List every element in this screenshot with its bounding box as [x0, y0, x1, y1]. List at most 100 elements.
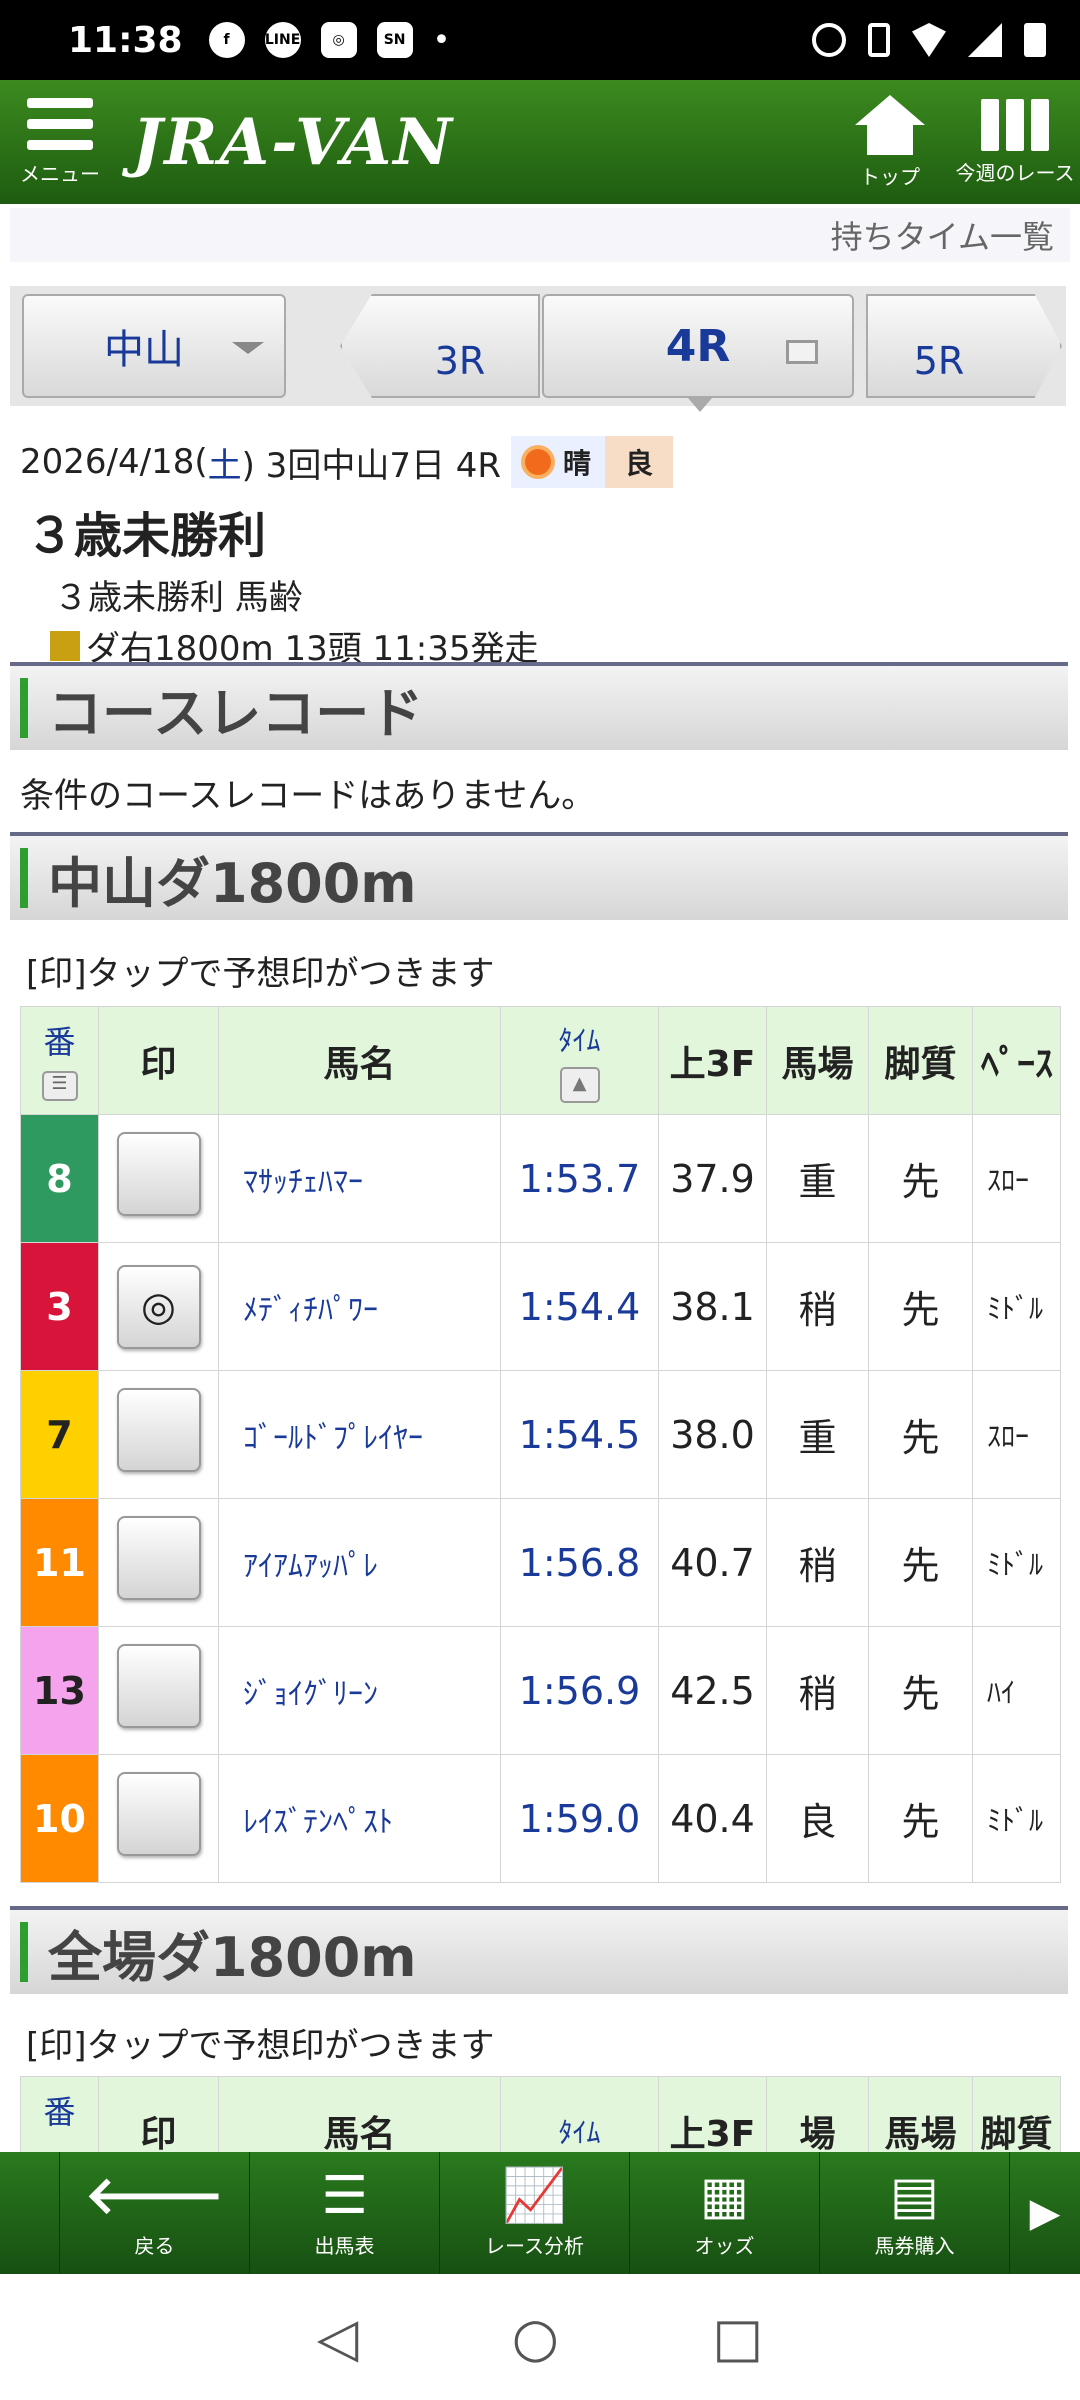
bottom-nav-label: レース分析	[485, 2233, 584, 2258]
race-weekday: 土	[207, 445, 242, 486]
mark-button[interactable]	[116, 1132, 201, 1216]
sort-menu-icon[interactable]: ☰	[41, 1071, 78, 1101]
pointer-icon	[688, 398, 712, 412]
race-date: 2026/4/18(	[20, 442, 208, 482]
bottom-nav-label: 馬券購入	[874, 2233, 955, 2258]
mark-button[interactable]	[116, 1388, 201, 1472]
prev-race-button[interactable]: 3R	[340, 294, 540, 398]
course-record-title: コースレコード	[48, 681, 424, 745]
status-time: 11:38	[68, 19, 183, 61]
bottom-nav-back-arrow[interactable]: 🡐 戻る	[60, 2152, 250, 2274]
bottom-nav-odds[interactable]: ▦ オッズ	[630, 2152, 820, 2274]
odds-icon: ▦	[699, 2165, 750, 2226]
horse-name[interactable]: ｺﾞｰﾙﾄﾞﾌﾟﾚｲﾔｰ	[218, 1370, 501, 1499]
col-mark: 印	[98, 1006, 219, 1115]
more-arrow-icon[interactable]: ▶	[1010, 2190, 1080, 2236]
home-nav-icon[interactable]: ○	[512, 2306, 559, 2369]
mark-button[interactable]	[116, 1772, 201, 1856]
going-value: 良	[766, 1754, 869, 1883]
facebook-icon: f	[208, 22, 245, 58]
dot-icon: •	[432, 22, 451, 58]
section-all-title: 全場ダ1800m	[48, 1925, 417, 1989]
jra-van-logo[interactable]: JRA-VAN	[132, 105, 454, 180]
bottom-nav-list[interactable]: ☰ 出馬表	[250, 2152, 440, 2274]
col-ban[interactable]: 番 ☰	[20, 1006, 99, 1115]
sub-bar: 持ちタイム一覧	[10, 208, 1070, 262]
going-value: 稍	[766, 1498, 869, 1627]
status-bar: 11:38 f LINE ◎ SN •	[0, 0, 1080, 80]
mark-button[interactable]	[116, 1516, 201, 1600]
table-row[interactable]: 13 ｼﾞｮｲｸﾞﾘｰﾝ 1:56.9 42.5 稍先ﾊｲ	[20, 1626, 1061, 1755]
last-3f-value: 38.1	[658, 1242, 767, 1371]
mark-button[interactable]: ◎	[116, 1264, 201, 1349]
section-nakayama-title: 中山ダ1800m	[48, 851, 417, 915]
race-date-line: 2026/4/18(土) 3回中山7日 4R 晴 良	[20, 434, 1060, 490]
table-row[interactable]: 3 ◎ ﾒﾃﾞｨﾁﾊﾟﾜｰ 1:54.4 38.1 稍先ﾐﾄﾞﾙ	[20, 1242, 1061, 1371]
horse-name[interactable]: ﾚｲｽﾞﾃﾝﾍﾟｽﾄ	[218, 1754, 501, 1883]
last-3f-value: 40.4	[658, 1754, 767, 1883]
last-3f-value: 40.7	[658, 1498, 767, 1627]
time-value: 1:54.5	[500, 1370, 659, 1499]
col-time[interactable]: ﾀｲﾑ ▲	[500, 1006, 659, 1115]
current-race-button[interactable]: 4R	[542, 294, 854, 412]
table-row[interactable]: 11 ｱｲｱﾑｱｯﾊﾟﾚ 1:56.8 40.7 稍先ﾐﾄﾞﾙ	[20, 1498, 1061, 1627]
columns-icon	[981, 98, 1049, 151]
top-button[interactable]: トップ	[830, 80, 950, 204]
this-week-label: 今週のレース	[955, 160, 1075, 185]
mark-cell: ◎	[98, 1242, 219, 1371]
table-row[interactable]: 7 ｺﾞｰﾙﾄﾞﾌﾟﾚｲﾔｰ 1:54.5 38.0 重先ｽﾛｰ	[20, 1370, 1061, 1499]
running-style-value: 先	[868, 1754, 973, 1883]
race-info: 2026/4/18(土) 3回中山7日 4R 晴 良 ３歳未勝利 ３歳未勝利 馬…	[20, 434, 1060, 670]
table-row[interactable]: 10 ﾚｲｽﾞﾃﾝﾍﾟｽﾄ 1:59.0 40.4 良先ﾐﾄﾞﾙ	[20, 1754, 1061, 1883]
pace-value: ﾐﾄﾞﾙ	[972, 1242, 1061, 1371]
back-nav-icon[interactable]: ◁	[317, 2306, 359, 2369]
pace-value: ﾊｲ	[972, 1626, 1061, 1755]
running-style-value: 先	[868, 1114, 973, 1243]
pace-value: ﾐﾄﾞﾙ	[972, 1498, 1061, 1627]
chart-icon: 📈	[502, 2165, 567, 2226]
time-list-link[interactable]: 持ちタイム一覧	[831, 212, 1054, 258]
running-style-value: 先	[868, 1370, 973, 1499]
dropdown-caret-icon	[232, 342, 264, 354]
bottom-nav-spacer	[0, 2152, 60, 2274]
mark-cell	[98, 1370, 219, 1499]
section-nakayama-heading: 中山ダ1800m	[10, 832, 1068, 920]
mark-cell	[98, 1754, 219, 1883]
mark-cell	[98, 1498, 219, 1627]
venue-select[interactable]: 中山	[22, 294, 286, 398]
line-icon: LINE	[264, 22, 301, 58]
going-value: 重	[766, 1370, 869, 1499]
table-row[interactable]: 8 ﾏｻｯﾁｪﾊﾏｰ 1:53.7 37.9 重先ｽﾛｰ	[20, 1114, 1061, 1243]
horse-name[interactable]: ﾏｻｯﾁｪﾊﾏｰ	[218, 1114, 501, 1243]
list-icon: ☰	[321, 2165, 368, 2226]
going-value: 稍	[766, 1626, 869, 1755]
pace-value: ｽﾛｰ	[972, 1114, 1061, 1243]
battery-icon	[1024, 23, 1046, 57]
signal-icon	[968, 23, 1002, 57]
menu-label: メニュー	[20, 161, 100, 186]
dirt-square-icon	[50, 630, 80, 661]
race-title: ３歳未勝利	[26, 508, 267, 564]
horse-number: 10	[20, 1754, 99, 1883]
next-race-button[interactable]: 5R	[866, 294, 1062, 398]
horse-name[interactable]: ｼﾞｮｲｸﾞﾘｰﾝ	[218, 1626, 501, 1755]
race-condition: ３歳未勝利 馬齢	[54, 578, 303, 618]
time-value: 1:59.0	[500, 1754, 659, 1883]
tap-note-2: [印]タップで予想印がつきます	[26, 2026, 495, 2066]
mark-button[interactable]	[116, 1644, 201, 1728]
this-week-races-button[interactable]: 今週のレース	[950, 80, 1080, 204]
horse-name[interactable]: ｱｲｱﾑｱｯﾊﾟﾚ	[218, 1498, 501, 1627]
bottom-nav-ticket[interactable]: ▤ 馬券購入	[820, 2152, 1010, 2274]
menu-button[interactable]: メニュー	[0, 80, 120, 204]
recent-nav-icon[interactable]: □	[712, 2306, 763, 2369]
horse-number: 8	[20, 1114, 99, 1243]
running-style-value: 先	[868, 1498, 973, 1627]
mark-cell	[98, 1626, 219, 1755]
sort-asc-icon[interactable]: ▲	[559, 1066, 600, 1103]
bottom-nav-chart[interactable]: 📈 レース分析	[440, 2152, 630, 2274]
horse-number: 7	[20, 1370, 99, 1499]
course-record-text: 条件のコースレコードはありません。	[20, 776, 596, 816]
horse-name[interactable]: ﾒﾃﾞｨﾁﾊﾟﾜｰ	[218, 1242, 501, 1371]
vibrate-icon	[868, 23, 890, 57]
running-style-value: 先	[868, 1242, 973, 1371]
